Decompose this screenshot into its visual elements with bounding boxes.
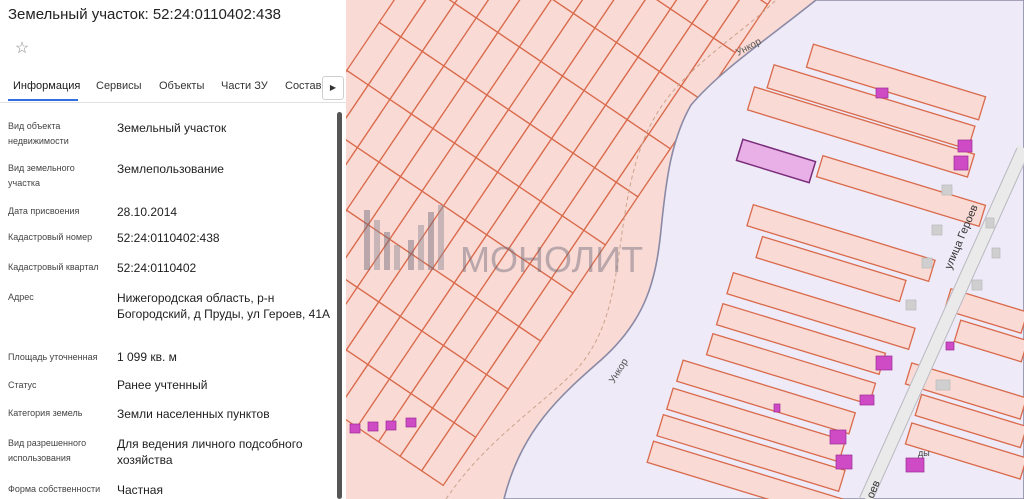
property-label: Вид земельного участка xyxy=(8,163,75,188)
map-building xyxy=(957,139,973,153)
property-label: Площадь уточненная xyxy=(8,352,98,362)
map-building xyxy=(405,417,417,428)
chevron-right-icon: ▶ xyxy=(329,83,337,92)
property-list: Вид объекта недвижимости Земельный участ… xyxy=(0,104,336,499)
property-value: Частная xyxy=(117,483,163,497)
property-label: Дата присвоения xyxy=(8,206,80,216)
tab-parts[interactable]: Части ЗУ xyxy=(221,80,268,92)
map-small-label: ды xyxy=(918,448,930,458)
property-label: Адрес xyxy=(8,292,34,302)
property-label: Статус xyxy=(8,380,37,390)
property-value: Нижегородская область, р-н Богородский, … xyxy=(117,291,330,321)
map-building xyxy=(875,355,893,371)
cadastral-map[interactable]: Ункор Ункор улица Героев оев ды МОНОЛИТ xyxy=(346,0,1024,499)
map-building xyxy=(971,279,983,291)
tab-composition[interactable]: Состав xyxy=(285,80,321,92)
map-building xyxy=(945,341,955,351)
map-building xyxy=(349,423,361,434)
property-value: Землепользование xyxy=(117,162,224,176)
map-building xyxy=(829,429,847,445)
property-value: Земельный участок xyxy=(117,121,227,135)
property-value: Для ведения личного подсобного хозяйства xyxy=(117,437,303,467)
map-building xyxy=(921,257,933,269)
property-value: 1 099 кв. м xyxy=(117,350,177,364)
property-label: Кадастровый квартал xyxy=(8,262,99,272)
property-value: Земли населенных пунктов xyxy=(117,407,270,421)
map-building xyxy=(953,155,969,171)
tab-objects[interactable]: Объекты xyxy=(159,80,204,92)
map-building xyxy=(875,87,889,99)
tab-bar: Информация Сервисы Объекты Части ЗУ Сост… xyxy=(0,72,346,103)
map-building xyxy=(985,217,995,229)
property-label: Вид объекта недвижимости xyxy=(8,121,69,146)
star-outline-icon: ☆ xyxy=(14,40,30,57)
map-building xyxy=(935,379,951,391)
property-value: 52:24:0110402 xyxy=(117,261,197,275)
property-value: 52:24:0110402:438 xyxy=(117,231,220,245)
map-building xyxy=(835,454,853,470)
panel-scrollbar[interactable] xyxy=(337,112,342,499)
page-title: Земельный участок: 52:24:0110402:438 xyxy=(8,6,282,23)
property-value: Ранее учтенный xyxy=(117,378,208,392)
watermark-text: МОНОЛИТ xyxy=(460,239,643,280)
map-building xyxy=(931,224,943,236)
property-label: Кадастровый номер xyxy=(8,232,93,242)
map-building xyxy=(859,394,875,406)
map-building xyxy=(941,184,953,196)
active-tab-indicator xyxy=(8,99,78,101)
property-value: 28.10.2014 xyxy=(117,205,178,219)
property-label: Форма собственности xyxy=(8,484,101,494)
map-building xyxy=(385,420,397,431)
tabs-scroll-right-button[interactable]: ▶ xyxy=(322,76,344,100)
map-building xyxy=(905,299,917,311)
map-building xyxy=(991,247,1001,259)
property-label: Категория земель xyxy=(8,408,83,418)
property-label: Вид разрешенного использования xyxy=(8,438,87,463)
map-building xyxy=(367,421,379,432)
tab-information[interactable]: Информация xyxy=(13,80,80,92)
info-panel: Земельный участок: 52:24:0110402:438 ☆ И… xyxy=(0,0,347,499)
favorite-button[interactable]: ☆ xyxy=(13,40,31,58)
map-building xyxy=(773,403,781,413)
map-building xyxy=(905,457,925,473)
tab-services[interactable]: Сервисы xyxy=(96,80,142,92)
